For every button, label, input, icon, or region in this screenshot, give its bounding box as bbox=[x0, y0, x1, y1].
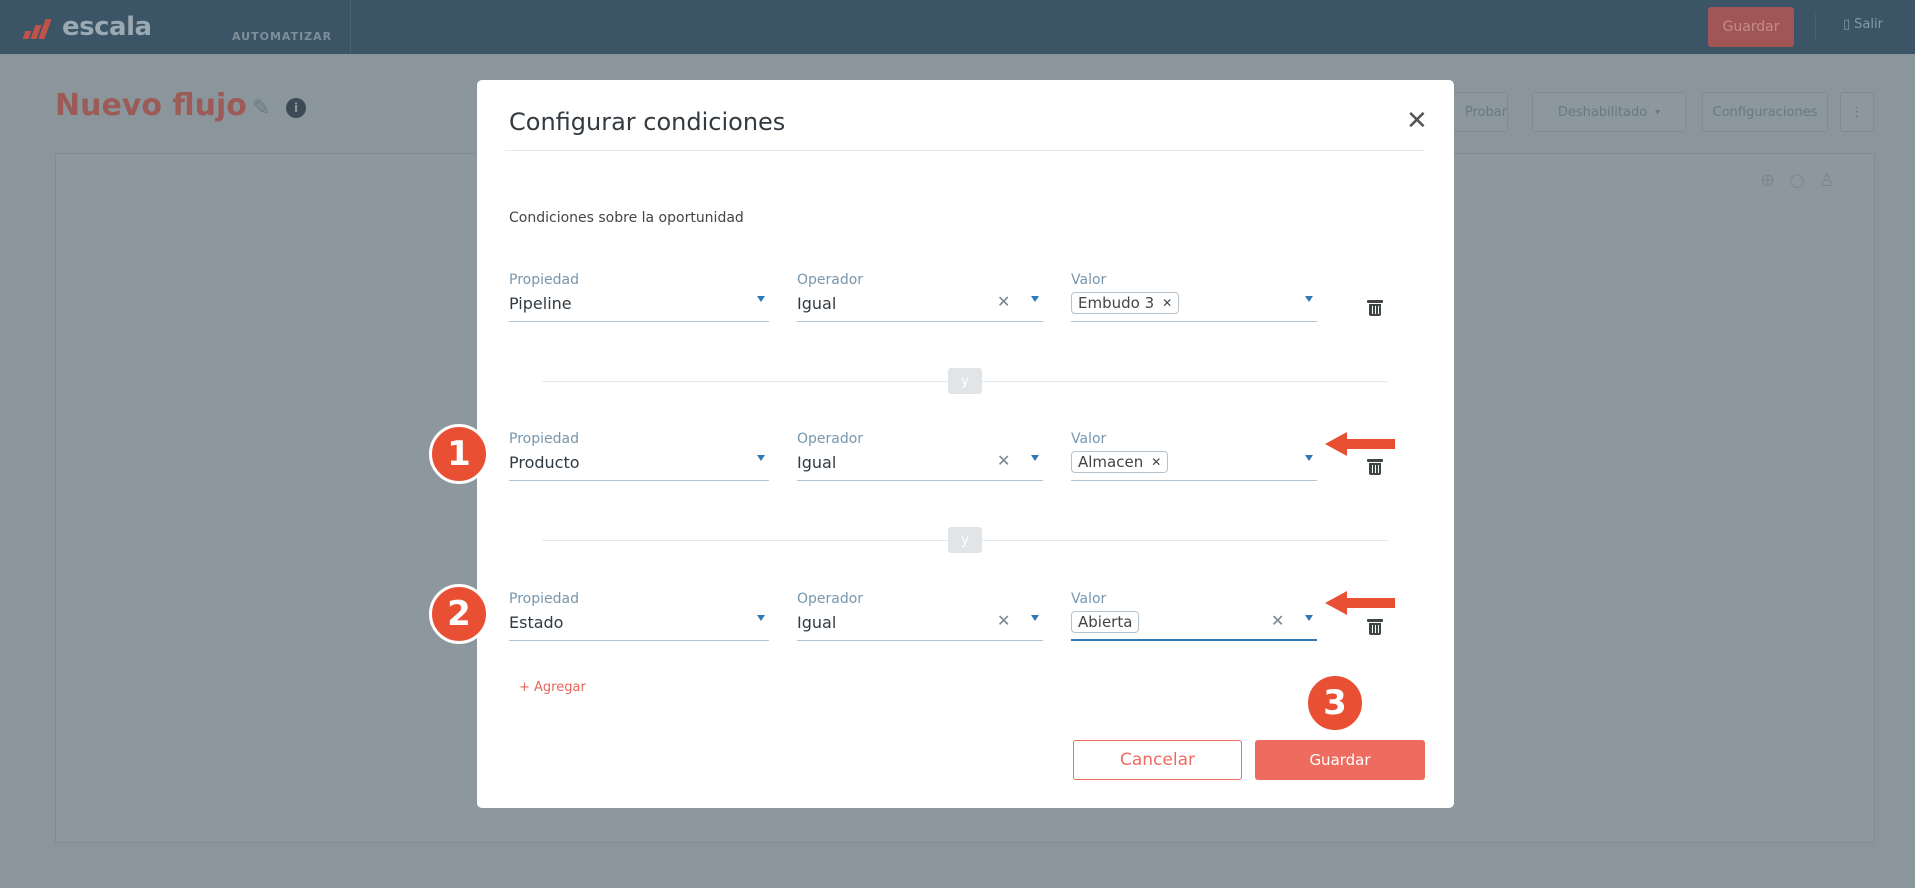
value-label: Valor bbox=[1071, 272, 1107, 288]
clear-icon[interactable]: ✕ bbox=[997, 611, 1010, 630]
value-label: Valor bbox=[1071, 431, 1107, 447]
section-label: Condiciones sobre la oportunidad bbox=[509, 210, 744, 226]
user-icon[interactable]: ♙ bbox=[1819, 170, 1835, 191]
chevron-down-icon[interactable] bbox=[757, 455, 765, 461]
value-chip: Abierta bbox=[1071, 611, 1140, 633]
exit-label: Salir bbox=[1854, 17, 1883, 32]
settings-label: Configuraciones bbox=[1712, 104, 1818, 120]
settings-button[interactable]: Configuraciones bbox=[1702, 92, 1828, 132]
arrow-left-icon bbox=[1325, 432, 1395, 456]
chevron-down-icon[interactable] bbox=[757, 296, 765, 302]
value-label: Valor bbox=[1071, 591, 1107, 607]
chevron-down-icon[interactable] bbox=[757, 615, 765, 621]
chevron-down-icon[interactable] bbox=[1031, 455, 1039, 461]
info-icon[interactable]: i bbox=[286, 98, 306, 118]
property-select[interactable]: Propiedad Pipeline bbox=[509, 272, 769, 322]
modal-divider bbox=[505, 150, 1425, 151]
condition-row: Propiedad Pipeline Operador Igual ✕ Valo… bbox=[477, 272, 1454, 332]
chip-remove-icon[interactable]: ✕ bbox=[1162, 296, 1172, 310]
chip-label: Almacen bbox=[1078, 453, 1144, 471]
top-save-button[interactable]: Guardar bbox=[1708, 7, 1794, 47]
property-select[interactable]: Propiedad Estado bbox=[509, 591, 769, 641]
value-select[interactable]: Valor Almacen ✕ bbox=[1071, 431, 1317, 481]
chip-label: Abierta bbox=[1078, 613, 1133, 631]
chip-remove-icon[interactable]: ✕ bbox=[1151, 455, 1161, 469]
save-button[interactable]: Guardar bbox=[1255, 740, 1425, 780]
chevron-down-icon[interactable] bbox=[1305, 296, 1313, 302]
clear-icon[interactable]: ✕ bbox=[1271, 611, 1284, 630]
and-pill: y bbox=[948, 368, 982, 394]
zoom-icon[interactable]: ⊕ bbox=[1760, 170, 1775, 191]
property-value: Producto bbox=[509, 453, 580, 472]
property-label: Propiedad bbox=[509, 272, 579, 288]
exit-icon: ▯ bbox=[1843, 17, 1851, 32]
property-label: Propiedad bbox=[509, 591, 579, 607]
chevron-down-icon[interactable] bbox=[1305, 455, 1313, 461]
exit-button[interactable]: ▯ Salir bbox=[1843, 17, 1883, 32]
operator-label: Operador bbox=[797, 591, 864, 607]
operator-select[interactable]: Operador Igual ✕ bbox=[797, 431, 1043, 481]
nav-divider bbox=[350, 0, 351, 54]
property-select[interactable]: Propiedad Producto bbox=[509, 431, 769, 481]
property-value: Pipeline bbox=[509, 294, 572, 313]
close-icon[interactable]: ✕ bbox=[1406, 108, 1428, 134]
pencil-icon[interactable]: ✎ bbox=[252, 96, 270, 121]
property-label: Propiedad bbox=[509, 431, 579, 447]
trash-icon[interactable] bbox=[1367, 619, 1383, 635]
step-badge-1: 1 bbox=[429, 424, 489, 484]
chevron-down-icon[interactable] bbox=[1305, 615, 1313, 621]
top-divider bbox=[1815, 14, 1816, 40]
and-pill: y bbox=[948, 527, 982, 553]
canvas-tools: ⊕ ○ ♙ bbox=[1760, 170, 1835, 191]
value-chip: Almacen ✕ bbox=[1071, 451, 1169, 473]
condition-row: Propiedad Producto Operador Igual ✕ Valo… bbox=[477, 431, 1454, 491]
arrow-left-icon bbox=[1325, 591, 1395, 615]
operator-select[interactable]: Operador Igual ✕ bbox=[797, 272, 1043, 322]
step-badge-2: 2 bbox=[429, 584, 489, 644]
status-label: Deshabilitado bbox=[1557, 104, 1648, 120]
page-title: Nuevo flujo bbox=[55, 88, 247, 123]
value-select[interactable]: Valor Embudo 3 ✕ bbox=[1071, 272, 1317, 322]
trash-icon[interactable] bbox=[1367, 459, 1383, 475]
condition-row: Propiedad Estado Operador Igual ✕ Valor … bbox=[477, 591, 1454, 651]
logo-bars-icon bbox=[20, 15, 56, 39]
search-icon[interactable]: ○ bbox=[1789, 170, 1805, 191]
operator-value: Igual bbox=[797, 294, 837, 313]
operator-label: Operador bbox=[797, 431, 864, 447]
value-chip: Embudo 3 ✕ bbox=[1071, 292, 1180, 314]
chevron-down-icon[interactable] bbox=[1031, 615, 1039, 621]
operator-value: Igual bbox=[797, 613, 837, 632]
status-dropdown[interactable]: Deshabilitado ▾ bbox=[1532, 92, 1686, 132]
operator-label: Operador bbox=[797, 272, 864, 288]
cancel-button[interactable]: Cancelar bbox=[1073, 740, 1242, 780]
value-select[interactable]: Valor Abierta ✕ bbox=[1071, 591, 1317, 641]
property-value: Estado bbox=[509, 613, 564, 632]
top-bar: escala AUTOMATIZAR Guardar ▯ Salir bbox=[0, 0, 1915, 54]
nav-automatizar[interactable]: AUTOMATIZAR bbox=[232, 30, 332, 43]
trash-icon[interactable] bbox=[1367, 300, 1383, 316]
chevron-down-icon[interactable] bbox=[1031, 296, 1039, 302]
operator-value: Igual bbox=[797, 453, 837, 472]
modal-title: Configurar condiciones bbox=[509, 108, 786, 136]
brand-logo[interactable]: escala bbox=[20, 12, 152, 42]
operator-select[interactable]: Operador Igual ✕ bbox=[797, 591, 1043, 641]
more-menu-icon[interactable]: ⋮ bbox=[1840, 92, 1874, 132]
add-condition-link[interactable]: + Agregar bbox=[519, 680, 586, 695]
brand-name: escala bbox=[62, 12, 152, 42]
clear-icon[interactable]: ✕ bbox=[997, 451, 1010, 470]
chevron-down-icon: ▾ bbox=[1655, 106, 1661, 118]
clear-icon[interactable]: ✕ bbox=[997, 292, 1010, 311]
step-badge-3: 3 bbox=[1305, 673, 1365, 733]
chip-label: Embudo 3 bbox=[1078, 294, 1155, 312]
